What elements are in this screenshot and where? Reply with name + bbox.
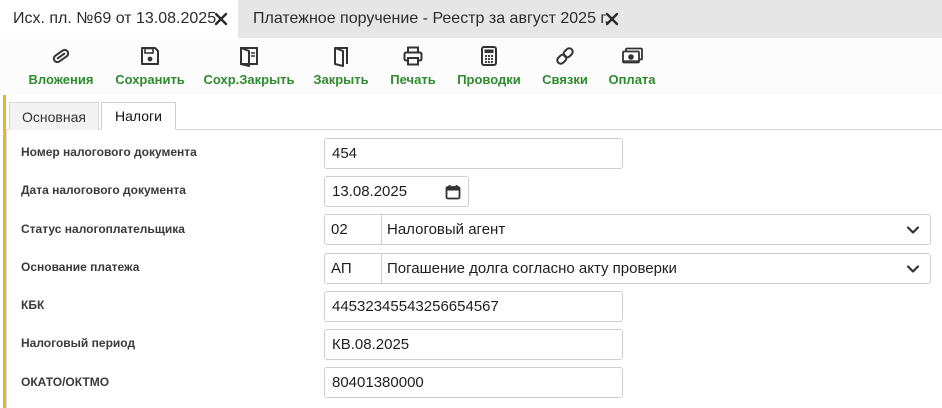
payment-basis-code: АП [325, 254, 382, 283]
save-and-close-button[interactable]: Сохр.Закрыть [202, 38, 296, 95]
toolbar: Вложения Сохранить Сохр.Закрыть Закрыть … [0, 38, 942, 95]
print-button[interactable]: Печать [384, 38, 442, 95]
tax-doc-number-label: Номер налогового документа [21, 145, 197, 159]
postings-button[interactable]: Проводки [452, 38, 526, 95]
document-tab-bar: Исх. пл. №69 от 13.08.2025 Платежное пор… [0, 0, 942, 38]
okato-value: 80401380000 [332, 374, 424, 391]
close-icon[interactable] [212, 10, 230, 28]
door-save-icon [238, 45, 260, 67]
chevron-down-icon[interactable] [906, 262, 920, 276]
tab-payment-registry-august[interactable]: Платежное поручение - Реестр за август 2… [239, 0, 630, 38]
attachments-button[interactable]: Вложения [20, 38, 102, 95]
chevron-down-icon[interactable] [906, 223, 920, 237]
payment-basis-value: Погашение долга согласно акту проверки [387, 260, 677, 277]
calculator-icon [478, 45, 500, 67]
tab-label: Платежное поручение - Реестр за август 2… [253, 10, 609, 27]
tax-period-field[interactable]: КВ.08.2025 [324, 329, 623, 360]
taxpayer-status-value: Налоговый агент [387, 221, 506, 238]
tab-label: Исх. пл. №69 от 13.08.2025 [13, 10, 217, 27]
kbk-value: 44532345543256654567 [332, 298, 499, 315]
okato-label: ОКАТО/ОКТМО [21, 375, 110, 389]
money-bill-icon [621, 45, 643, 67]
close-icon[interactable] [603, 10, 621, 28]
save-button[interactable]: Сохранить [110, 38, 190, 95]
okato-field[interactable]: 80401380000 [324, 367, 623, 398]
payment-button[interactable]: Оплата [603, 38, 661, 95]
printer-icon [402, 45, 424, 67]
tax-doc-number-value: 454 [332, 145, 358, 162]
tax-period-label: Налоговый период [21, 336, 136, 350]
tax-doc-date-label: Дата налогового документа [21, 183, 186, 197]
close-button[interactable]: Закрыть [308, 38, 374, 95]
calendar-icon[interactable] [445, 184, 461, 200]
taxpayer-status-code: 02 [325, 215, 382, 244]
links-button[interactable]: Связки [536, 38, 594, 95]
tax-doc-date-field[interactable]: 13.08.2025 [324, 176, 469, 207]
payment-basis-select[interactable]: АП Погашение долга согласно акту проверк… [324, 253, 931, 284]
payment-basis-label: Основание платежа [21, 260, 140, 274]
kbk-field[interactable]: 44532345543256654567 [324, 291, 623, 322]
taxpayer-status-label: Статус налогоплательщика [21, 222, 185, 236]
kbk-label: КБК [21, 298, 45, 312]
tab-main[interactable]: Основная [9, 102, 99, 130]
paperclip-icon [50, 45, 72, 67]
tab-payment-order-69[interactable]: Исх. пл. №69 от 13.08.2025 [0, 0, 238, 38]
link-chain-icon [554, 45, 576, 67]
taxpayer-status-select[interactable]: 02 Налоговый агент [324, 214, 931, 245]
tax-doc-number-field[interactable]: 454 [324, 138, 623, 169]
floppy-disk-icon [139, 45, 161, 67]
door-icon [330, 45, 352, 67]
tax-doc-date-value: 13.08.2025 [332, 183, 408, 200]
tax-period-value: КВ.08.2025 [332, 336, 410, 353]
tab-taxes[interactable]: Налоги [101, 102, 176, 130]
